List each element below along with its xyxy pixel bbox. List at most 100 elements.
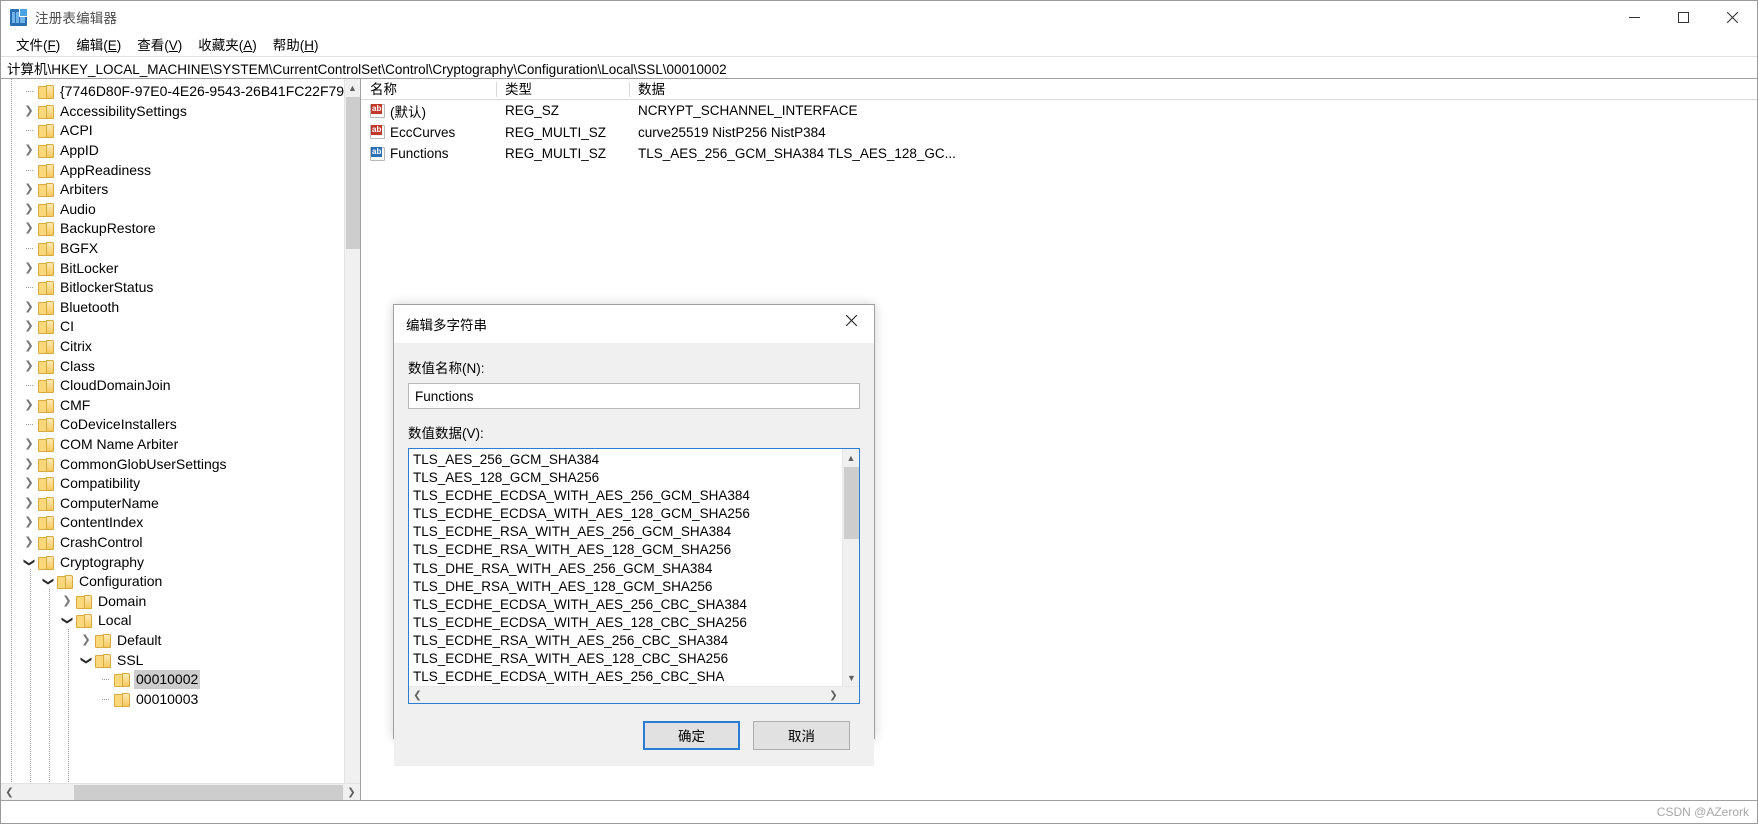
tree-item-configuration[interactable]: ❯ Configuration <box>1 572 360 592</box>
tree-expander[interactable]: ❯ <box>20 360 38 372</box>
menu-help[interactable]: 帮助(H) <box>265 32 327 57</box>
scroll-right-icon[interactable]: ❯ <box>343 787 360 798</box>
textarea-scroll-down-icon[interactable]: ▼ <box>843 669 860 686</box>
tree-expander[interactable]: ❯ <box>20 497 38 509</box>
tree-item-domain[interactable]: ❯ Domain <box>1 591 360 611</box>
textarea-scroll-right-icon[interactable]: ❯ <box>825 690 842 701</box>
tree-expander[interactable]: ❯ <box>20 321 38 332</box>
tree-item-local[interactable]: ❯ Local <box>1 611 360 631</box>
tree-expander[interactable]: ❯ <box>20 478 38 489</box>
textarea-horizontal-scrollbar[interactable]: ❮ ❯ <box>409 686 859 704</box>
tree-item-cryptography[interactable]: ❯ Cryptography <box>1 552 360 572</box>
value-data-text[interactable]: TLS_AES_256_GCM_SHA384 TLS_AES_128_GCM_S… <box>409 449 842 686</box>
chevron-right-icon[interactable]: ❯ <box>24 203 33 215</box>
chevron-right-icon[interactable]: ❯ <box>24 360 33 372</box>
textarea-scroll-left-icon[interactable]: ❮ <box>409 690 426 701</box>
ok-button[interactable]: 确定 <box>643 720 740 750</box>
tree-item-appreadiness[interactable]: AppReadiness <box>1 160 360 180</box>
value-row[interactable]: (默认) REG_SZ NCRYPT_SCHANNEL_INTERFACE <box>361 100 1757 122</box>
tree-expander[interactable]: ❯ <box>20 223 38 234</box>
tree-item-appid[interactable]: ❯ AppID <box>1 141 360 161</box>
tree-item-class[interactable]: ❯ Class <box>1 356 360 376</box>
chevron-right-icon[interactable]: ❯ <box>62 595 71 607</box>
value-name-input[interactable]: Functions <box>408 383 860 409</box>
tree-expander[interactable]: ❯ <box>20 458 38 470</box>
tree-item-00010002[interactable]: 00010002 <box>1 670 360 690</box>
tree-item-codeviceinstallers[interactable]: CoDeviceInstallers <box>1 415 360 435</box>
chevron-right-icon[interactable]: ❯ <box>24 341 33 352</box>
menu-view[interactable]: 查看(V) <box>129 32 190 57</box>
close-icon[interactable] <box>1708 1 1757 33</box>
chevron-down-icon[interactable]: ❯ <box>62 616 74 625</box>
cancel-button[interactable]: 取消 <box>753 720 850 750</box>
chevron-right-icon[interactable]: ❯ <box>24 105 33 117</box>
tree-expander[interactable]: ❯ <box>20 262 38 274</box>
tree-expander[interactable]: ❯ <box>20 438 38 450</box>
chevron-down-icon[interactable]: ❯ <box>43 577 55 586</box>
tree-expander[interactable]: ❯ <box>20 184 38 195</box>
menu-edit[interactable]: 编辑(E) <box>68 32 129 57</box>
tree-item-default[interactable]: ❯ Default <box>1 631 360 651</box>
tree-expander[interactable]: ❯ <box>58 595 76 607</box>
tree-expander[interactable]: ❯ <box>20 301 38 313</box>
tree-expander[interactable]: ❯ <box>20 557 38 568</box>
chevron-right-icon[interactable]: ❯ <box>24 399 33 411</box>
chevron-right-icon[interactable]: ❯ <box>24 184 33 195</box>
tree-item-00010003[interactable]: 00010003 <box>1 689 360 709</box>
tree-item-audio[interactable]: ❯ Audio <box>1 200 360 220</box>
value-data-textarea[interactable]: TLS_AES_256_GCM_SHA384 TLS_AES_128_GCM_S… <box>408 448 860 705</box>
column-header-data[interactable]: 数据 <box>629 79 1757 100</box>
tree-expander[interactable]: ❯ <box>20 517 38 528</box>
tree-item-bgfx[interactable]: BGFX <box>1 239 360 259</box>
tree-expander[interactable]: ❯ <box>77 655 95 666</box>
scroll-up-icon[interactable]: ▲ <box>345 79 360 96</box>
tree-item-clouddomainjoin[interactable]: CloudDomainJoin <box>1 376 360 396</box>
tree-item-ci[interactable]: ❯ CI <box>1 317 360 337</box>
dialog-close-icon[interactable] <box>828 305 874 335</box>
tree-item-citrix[interactable]: ❯ Citrix <box>1 337 360 357</box>
chevron-right-icon[interactable]: ❯ <box>24 458 33 470</box>
scroll-left-icon[interactable]: ❮ <box>1 787 18 798</box>
tree-vertical-scrollbar[interactable]: ▲ ▼ <box>344 79 360 800</box>
tree-expander[interactable]: ❯ <box>20 105 38 117</box>
tree-item-com-name-arbiter[interactable]: ❯ COM Name Arbiter <box>1 435 360 455</box>
address-bar[interactable]: 计算机\HKEY_LOCAL_MACHINE\SYSTEM\CurrentCon… <box>1 56 1757 79</box>
textarea-scroll-thumb[interactable] <box>844 467 859 539</box>
tree-item-contentindex[interactable]: ❯ ContentIndex <box>1 513 360 533</box>
tree-expander[interactable]: ❯ <box>20 399 38 411</box>
chevron-right-icon[interactable]: ❯ <box>24 145 33 156</box>
tree-expander[interactable]: ❯ <box>20 203 38 215</box>
tree-item-commonglobusersettings[interactable]: ❯ CommonGlobUserSettings <box>1 454 360 474</box>
value-row[interactable]: EccCurves REG_MULTI_SZ curve25519 NistP256… <box>361 122 1757 144</box>
tree-expander[interactable]: ❯ <box>77 634 95 646</box>
tree-item-cmf[interactable]: ❯ CMF <box>1 396 360 416</box>
tree-item-computername[interactable]: ❯ ComputerName <box>1 493 360 513</box>
tree-item-7746d80f-97e0-4e26-9543-26b41fc22f79[interactable]: {7746D80F-97E0-4E26-9543-26B41FC22F79} <box>1 82 360 102</box>
tree-expander[interactable]: ❯ <box>20 145 38 156</box>
chevron-right-icon[interactable]: ❯ <box>24 536 33 548</box>
maximize-icon[interactable] <box>1659 1 1708 33</box>
minimize-icon[interactable] <box>1610 1 1659 33</box>
chevron-right-icon[interactable]: ❯ <box>24 321 33 332</box>
tree-hscroll-track[interactable] <box>18 784 343 801</box>
chevron-down-icon[interactable]: ❯ <box>81 655 93 664</box>
tree-item-bluetooth[interactable]: ❯ Bluetooth <box>1 298 360 318</box>
tree-item-ssl[interactable]: ❯ SSL <box>1 650 360 670</box>
tree-item-bitlocker[interactable]: ❯ BitLocker <box>1 258 360 278</box>
tree-expander[interactable]: ❯ <box>20 341 38 352</box>
chevron-right-icon[interactable]: ❯ <box>24 497 33 509</box>
menu-favorites[interactable]: 收藏夹(A) <box>190 32 265 57</box>
textarea-hscroll-track[interactable] <box>426 687 825 704</box>
registry-tree[interactable]: {7746D80F-97E0-4E26-9543-26B41FC22F79} ❯ A… <box>1 79 360 783</box>
chevron-right-icon[interactable]: ❯ <box>24 301 33 313</box>
chevron-right-icon[interactable]: ❯ <box>24 223 33 234</box>
textarea-scroll-up-icon[interactable]: ▲ <box>843 449 859 466</box>
tree-item-accessibilitysettings[interactable]: ❯ AccessibilitySettings <box>1 102 360 122</box>
chevron-right-icon[interactable]: ❯ <box>24 517 33 528</box>
column-header-name[interactable]: 名称 <box>361 79 496 100</box>
tree-expander[interactable]: ❯ <box>39 576 57 587</box>
value-row[interactable]: Functions REG_MULTI_SZ TLS_AES_256_GCM_SHA… <box>361 143 1757 165</box>
chevron-right-icon[interactable]: ❯ <box>24 262 33 274</box>
tree-hscroll-thumb[interactable] <box>74 784 343 800</box>
chevron-down-icon[interactable]: ❯ <box>24 557 36 566</box>
